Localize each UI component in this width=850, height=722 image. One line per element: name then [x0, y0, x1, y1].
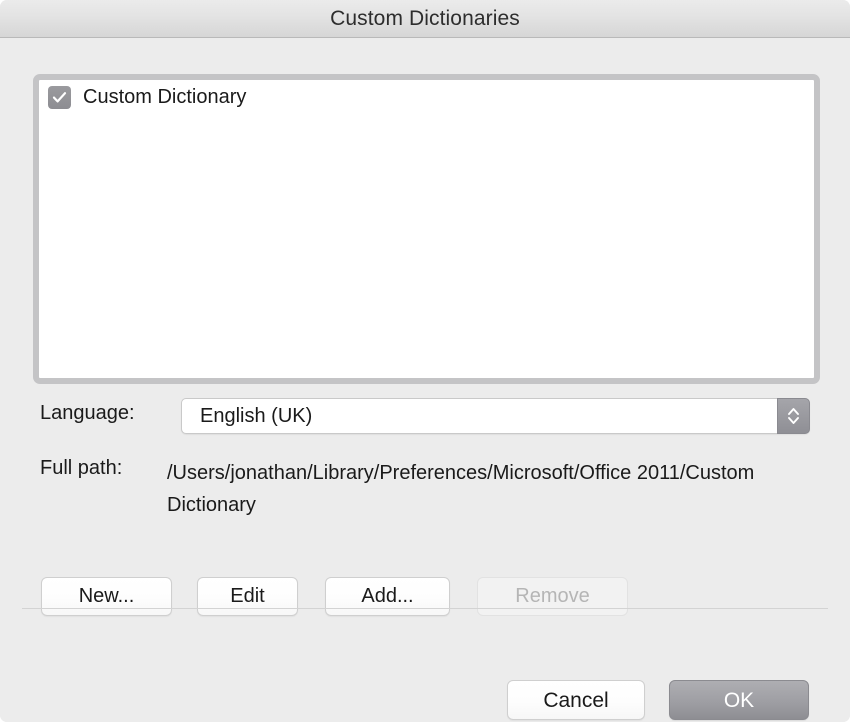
- full-path-value: /Users/jonathan/Library/Preferences/Micr…: [167, 462, 755, 516]
- remove-button: Remove: [477, 577, 628, 616]
- language-select[interactable]: English (UK): [181, 398, 810, 434]
- dictionary-name: Custom Dictionary: [83, 85, 247, 108]
- window-title: Custom Dictionaries: [330, 7, 520, 30]
- chevron-up-down-icon[interactable]: [777, 398, 810, 434]
- edit-button[interactable]: Edit: [197, 577, 298, 616]
- window-titlebar[interactable]: Custom Dictionaries: [0, 0, 850, 38]
- dictionary-list[interactable]: Custom Dictionary: [33, 74, 820, 384]
- footer-separator: [22, 608, 828, 609]
- new-button[interactable]: New...: [41, 577, 172, 616]
- language-label: Language:: [40, 402, 135, 424]
- custom-dictionaries-dialog: Custom Dictionaries Custom Dictionary La…: [0, 0, 850, 722]
- dialog-content: Custom Dictionary Language: English (UK)…: [0, 39, 850, 722]
- full-path-label: Full path:: [40, 457, 123, 479]
- ok-button[interactable]: OK: [669, 680, 809, 720]
- list-item[interactable]: Custom Dictionary: [39, 82, 246, 112]
- add-button[interactable]: Add...: [325, 577, 450, 616]
- language-selected-value: English (UK): [200, 405, 313, 427]
- dictionary-enabled-checkbox[interactable]: [48, 85, 71, 109]
- cancel-button[interactable]: Cancel: [507, 680, 645, 720]
